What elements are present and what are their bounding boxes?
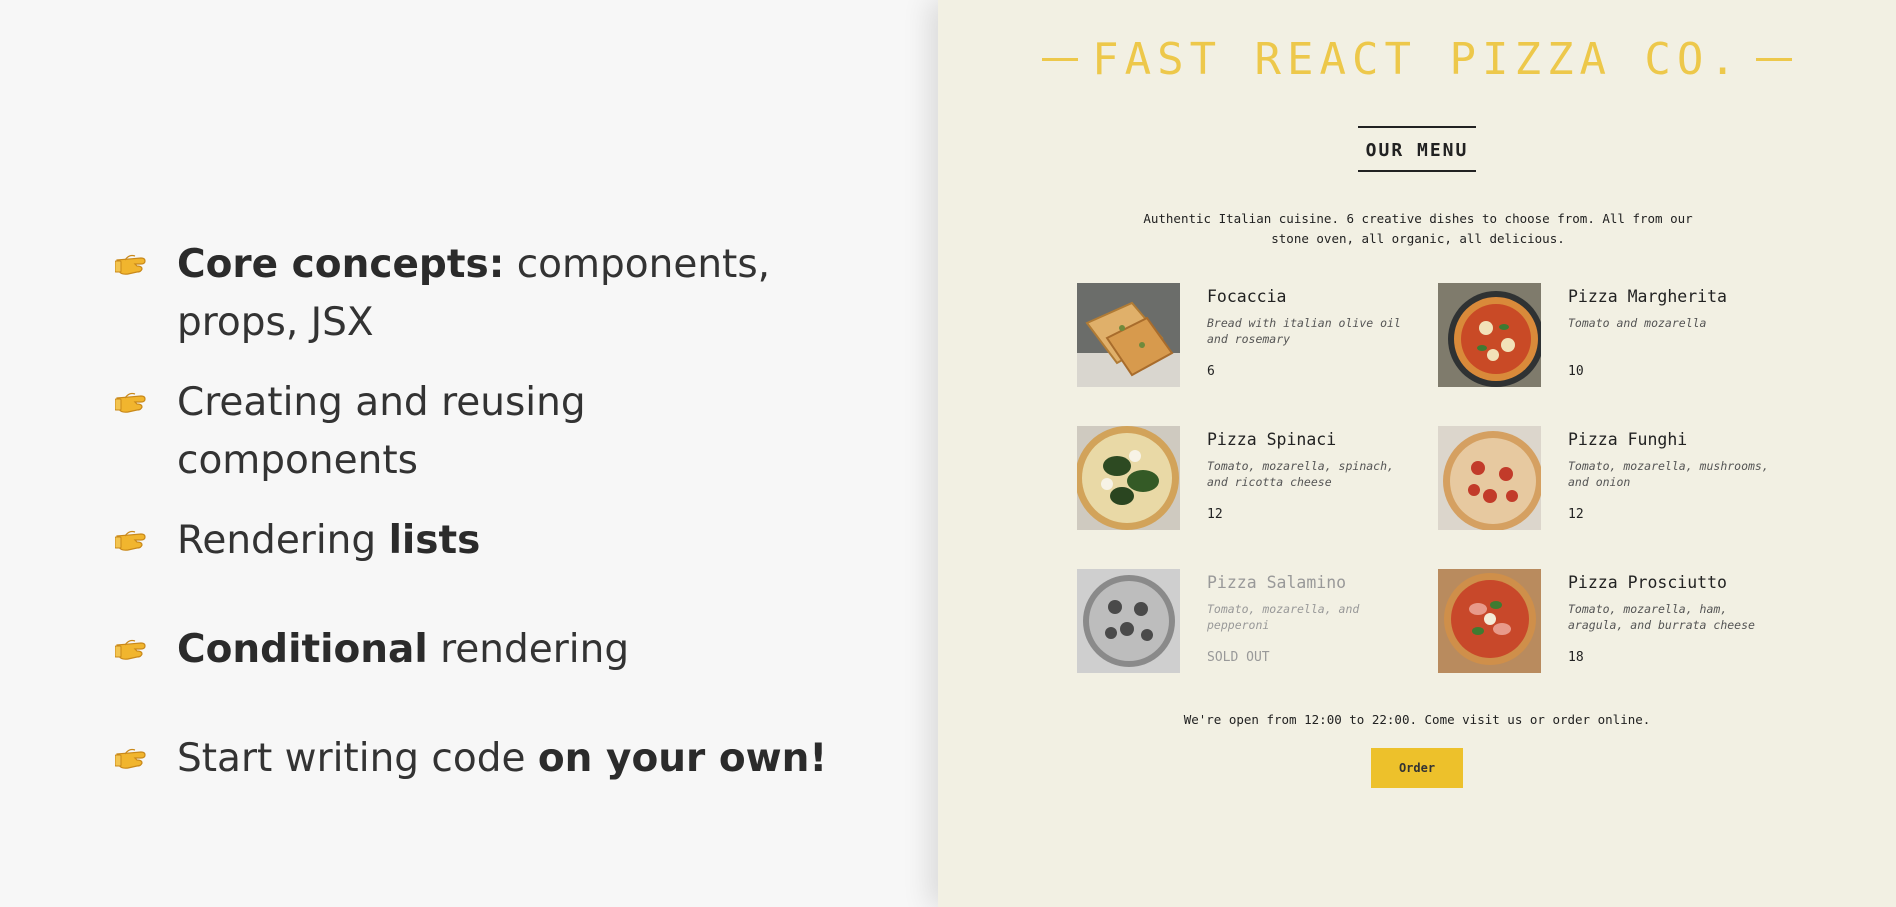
bullet-item: Start writing code on your own! [115, 730, 877, 788]
bullet-item: Core concepts: components, props, JSX [115, 236, 797, 352]
sold-out-label: SOLD OUT [1207, 650, 1270, 665]
pizza-photo [1438, 283, 1541, 387]
pointing-hand-icon [115, 392, 146, 413]
pizza-name: Focaccia [1207, 287, 1287, 306]
pizza-ingredients: Tomato, mozarella, ham, aragula, and bur… [1568, 602, 1755, 632]
bullet-text: Conditional rendering [177, 627, 630, 672]
bullet-item: Conditional rendering [115, 621, 797, 679]
pizza-ingredients: Tomato and mozarella [1568, 316, 1707, 330]
pizza-name: Pizza Margherita [1568, 287, 1727, 306]
pizza-ingredients: Tomato, mozarella, spinach, and ricotta … [1207, 459, 1394, 489]
pizza-photo [1077, 569, 1180, 673]
pizza-item: Focaccia Bread with italian olive oil an… [1077, 283, 1417, 387]
pizza-price: 12 [1207, 507, 1223, 522]
bullet-item: Creating and reusing components [115, 374, 617, 490]
pizza-photo [1438, 426, 1541, 530]
bullet-text: Start writing code on your own! [177, 736, 828, 781]
pizza-photo [1438, 569, 1541, 673]
slide-panel: Core concepts: components, props, JSX Cr… [0, 0, 938, 907]
pizza-price: 10 [1568, 364, 1584, 379]
pizza-price: 12 [1568, 507, 1584, 522]
order-button[interactable]: Order [1371, 748, 1463, 788]
pizza-photo [1077, 426, 1180, 530]
bullet-text: Creating and reusing components [177, 380, 586, 483]
pizza-item: Pizza Margherita Tomato and mozarella 10 [1438, 283, 1778, 387]
pizza-item: Pizza Spinaci Tomato, mozarella, spinach… [1077, 426, 1417, 530]
pizza-item: Pizza Prosciutto Tomato, mozarella, ham,… [1438, 569, 1778, 673]
pizza-name: Pizza Prosciutto [1568, 573, 1727, 592]
pizza-name: Pizza Funghi [1568, 430, 1688, 449]
app-header: FAST REACT PIZZA CO. [938, 34, 1896, 85]
pizza-ingredients: Tomato, mozarella, mushrooms, and onion [1568, 459, 1769, 489]
pizza-name: Pizza Salamino [1207, 573, 1347, 592]
pizza-item: Pizza Funghi Tomato, mozarella, mushroom… [1438, 426, 1778, 530]
pointing-hand-icon [115, 254, 146, 275]
pizza-item-sold-out: Pizza Salamino Tomato, mozarella, and pe… [1077, 569, 1417, 673]
header-dash-right [1755, 58, 1792, 61]
app-title: FAST REACT PIZZA CO. [1092, 34, 1742, 85]
menu-intro: Authentic Italian cuisine. 6 creative di… [1143, 211, 1693, 246]
header-dash-left [1042, 58, 1079, 61]
opening-hours: We're open from 12:00 to 22:00. Come vis… [1183, 712, 1651, 727]
pointing-hand-icon [115, 530, 146, 551]
bullet-text: Rendering lists [177, 518, 481, 563]
bullet-item: Rendering lists [115, 512, 797, 570]
pizza-ingredients: Bread with italian olive oil and rosemar… [1207, 316, 1401, 346]
pizza-price: 18 [1568, 650, 1584, 665]
pizza-ingredients: Tomato, mozarella, and pepperoni [1207, 602, 1360, 632]
pizza-name: Pizza Spinaci [1207, 430, 1337, 449]
menu-title: OUR MENU [1358, 126, 1476, 172]
pointing-hand-icon [115, 748, 146, 769]
pointing-hand-icon [115, 639, 146, 660]
pizza-photo [1077, 283, 1180, 387]
pizza-app: FAST REACT PIZZA CO. OUR MENU Authentic … [938, 0, 1896, 907]
bullet-text: Core concepts: components, props, JSX [177, 242, 771, 345]
pizza-price: 6 [1207, 364, 1215, 379]
